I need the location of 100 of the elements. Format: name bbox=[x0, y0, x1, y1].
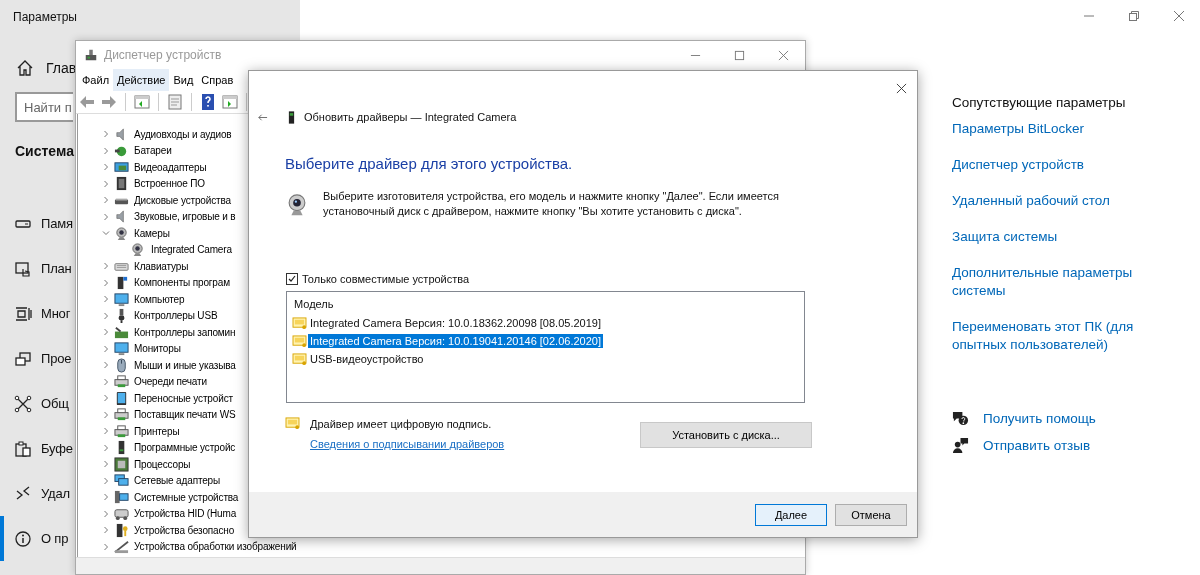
nav-item[interactable]: План bbox=[0, 246, 72, 291]
have-disk-button[interactable]: Установить с диска... bbox=[640, 422, 812, 448]
chevron-icon[interactable] bbox=[102, 344, 110, 353]
close-icon[interactable] bbox=[1173, 10, 1185, 22]
chevron-icon[interactable] bbox=[102, 460, 110, 469]
help-icon[interactable] bbox=[199, 93, 217, 111]
tree-item[interactable]: Видеоадаптеры bbox=[134, 161, 207, 173]
chevron-icon[interactable] bbox=[102, 163, 110, 172]
tree-item[interactable]: Компьютер bbox=[134, 293, 185, 305]
device-icon bbox=[288, 110, 295, 124]
chevron-icon[interactable] bbox=[102, 212, 110, 221]
model-list-item[interactable]: Integrated Camera Версия: 10.0.18362.20098 [08.05.2019] bbox=[308, 316, 603, 330]
home-icon bbox=[16, 59, 34, 77]
chevron-icon[interactable] bbox=[102, 311, 110, 320]
restore-icon[interactable] bbox=[1128, 10, 1140, 22]
tree-item[interactable]: Переносные устройст bbox=[134, 392, 233, 404]
related-link[interactable]: Параметры BitLocker bbox=[952, 120, 1152, 138]
driver-signing-link[interactable]: Сведения о подписывании драйверов bbox=[310, 438, 505, 450]
tree-item[interactable]: Аудиовходы и аудиов bbox=[134, 128, 232, 140]
chevron-icon[interactable] bbox=[102, 427, 110, 436]
chevron-icon[interactable] bbox=[102, 130, 110, 139]
tree-item[interactable]: Клавиатуры bbox=[134, 260, 189, 272]
dialog-button[interactable]: Далее bbox=[755, 503, 827, 526]
tree-item[interactable]: Мыши и иные указыва bbox=[134, 359, 236, 371]
menu-item[interactable]: Действие bbox=[113, 69, 170, 91]
chevron-icon[interactable] bbox=[102, 146, 110, 155]
tree-item[interactable]: Контроллеры запомин bbox=[134, 326, 236, 338]
tree-item[interactable]: Встроенное ПО bbox=[134, 178, 205, 190]
chevron-icon[interactable] bbox=[102, 410, 110, 419]
tree-item[interactable]: Камеры bbox=[134, 227, 170, 239]
chevron-icon[interactable] bbox=[102, 229, 110, 238]
related-link[interactable]: Удаленный рабочий стол bbox=[952, 192, 1152, 210]
device-category-icon bbox=[114, 473, 129, 489]
nav-item[interactable]: О пр bbox=[0, 516, 69, 561]
tree-item[interactable]: Очереди печати bbox=[134, 376, 207, 388]
tree-item[interactable]: Устройства обработки изображений bbox=[134, 541, 297, 553]
tree-item[interactable]: Принтеры bbox=[134, 425, 180, 437]
menu-item[interactable]: Вид bbox=[169, 69, 198, 91]
chevron-icon[interactable] bbox=[102, 377, 110, 386]
tree-item[interactable]: Сетевые адаптеры bbox=[134, 475, 221, 487]
chevron-icon[interactable] bbox=[102, 328, 110, 337]
tree-item[interactable]: Компоненты програм bbox=[134, 277, 230, 289]
nav-item[interactable]: Мног bbox=[0, 291, 71, 336]
chevron-icon[interactable] bbox=[102, 295, 110, 304]
tree-item[interactable]: Контроллеры USB bbox=[134, 310, 218, 322]
chevron-icon[interactable] bbox=[102, 476, 110, 485]
tree-item[interactable]: Дисковые устройства bbox=[134, 194, 231, 206]
chevron-icon[interactable] bbox=[102, 542, 110, 551]
related-link[interactable]: Защита системы bbox=[952, 228, 1152, 246]
forward-arrow-icon[interactable] bbox=[100, 93, 118, 111]
tree-item[interactable]: Батареи bbox=[134, 145, 172, 157]
checkbox-label[interactable]: Только совместимые устройства bbox=[302, 273, 470, 285]
certificate-icon bbox=[285, 417, 300, 430]
tree-item[interactable]: Системные устройства bbox=[134, 491, 239, 503]
tree-item[interactable]: Устройства безопасно bbox=[134, 524, 235, 536]
home-nav-item[interactable]: Глав bbox=[16, 58, 77, 78]
chevron-icon[interactable] bbox=[102, 179, 110, 188]
chevron-icon[interactable] bbox=[102, 361, 110, 370]
chevron-icon[interactable] bbox=[102, 443, 110, 452]
related-link[interactable]: Диспетчер устройств bbox=[952, 156, 1152, 174]
chevron-icon[interactable] bbox=[102, 262, 110, 271]
menu-item[interactable]: Справ bbox=[197, 69, 238, 91]
nav-item[interactable]: Памя bbox=[0, 201, 73, 246]
document-icon[interactable] bbox=[166, 93, 184, 111]
related-link[interactable]: Дополнительные параметры системы bbox=[952, 264, 1152, 300]
device-category-icon bbox=[114, 324, 129, 340]
chevron-icon[interactable] bbox=[102, 278, 110, 287]
search-field[interactable]: Найти п bbox=[15, 92, 73, 122]
device-category-icon bbox=[114, 456, 129, 472]
device-category-icon bbox=[114, 407, 129, 423]
properties-pane-icon[interactable] bbox=[133, 93, 151, 111]
close-icon[interactable] bbox=[896, 83, 907, 94]
tree-item[interactable]: Звуковые, игровые и в bbox=[134, 211, 236, 223]
nav-item[interactable]: Буфе bbox=[0, 426, 73, 471]
dialog-button[interactable]: Отмена bbox=[835, 503, 907, 526]
device-category-icon bbox=[114, 390, 129, 406]
certificate-icon bbox=[292, 316, 307, 330]
tree-item[interactable]: Мониторы bbox=[134, 343, 181, 355]
tree-item[interactable]: Программные устройс bbox=[134, 442, 236, 454]
tree-item[interactable]: Устройства HID (Huma bbox=[134, 508, 237, 520]
tree-item[interactable]: Поставщик печати WS bbox=[134, 409, 236, 421]
chevron-icon[interactable] bbox=[102, 526, 110, 535]
maximize-icon[interactable] bbox=[734, 49, 745, 61]
model-list-item[interactable]: USB-видеоустройство bbox=[308, 352, 426, 366]
chevron-icon[interactable] bbox=[102, 196, 110, 205]
related-link[interactable]: Переименовать этот ПК (для опытных пользователей) bbox=[952, 318, 1152, 354]
nav-item[interactable]: Удал bbox=[0, 471, 70, 516]
tree-item[interactable]: Процессоры bbox=[134, 458, 191, 470]
chevron-icon[interactable] bbox=[102, 394, 110, 403]
support-link[interactable]: Отправить отзыв bbox=[983, 438, 1091, 453]
device-category-icon bbox=[114, 506, 129, 522]
model-list-item[interactable]: Integrated Camera Версия: 10.0.19041.20146 [02.06.2020] bbox=[308, 334, 603, 348]
menu-item[interactable]: Файл bbox=[78, 69, 114, 91]
nav-item[interactable]: Общ bbox=[0, 381, 69, 426]
tree-item[interactable]: Integrated Camera bbox=[151, 244, 232, 256]
support-link[interactable]: Получить помощь bbox=[983, 411, 1096, 426]
nav-item[interactable]: Прое bbox=[0, 336, 72, 381]
checkbox[interactable] bbox=[286, 273, 298, 285]
chevron-icon[interactable] bbox=[102, 509, 110, 518]
chevron-icon[interactable] bbox=[102, 493, 110, 502]
